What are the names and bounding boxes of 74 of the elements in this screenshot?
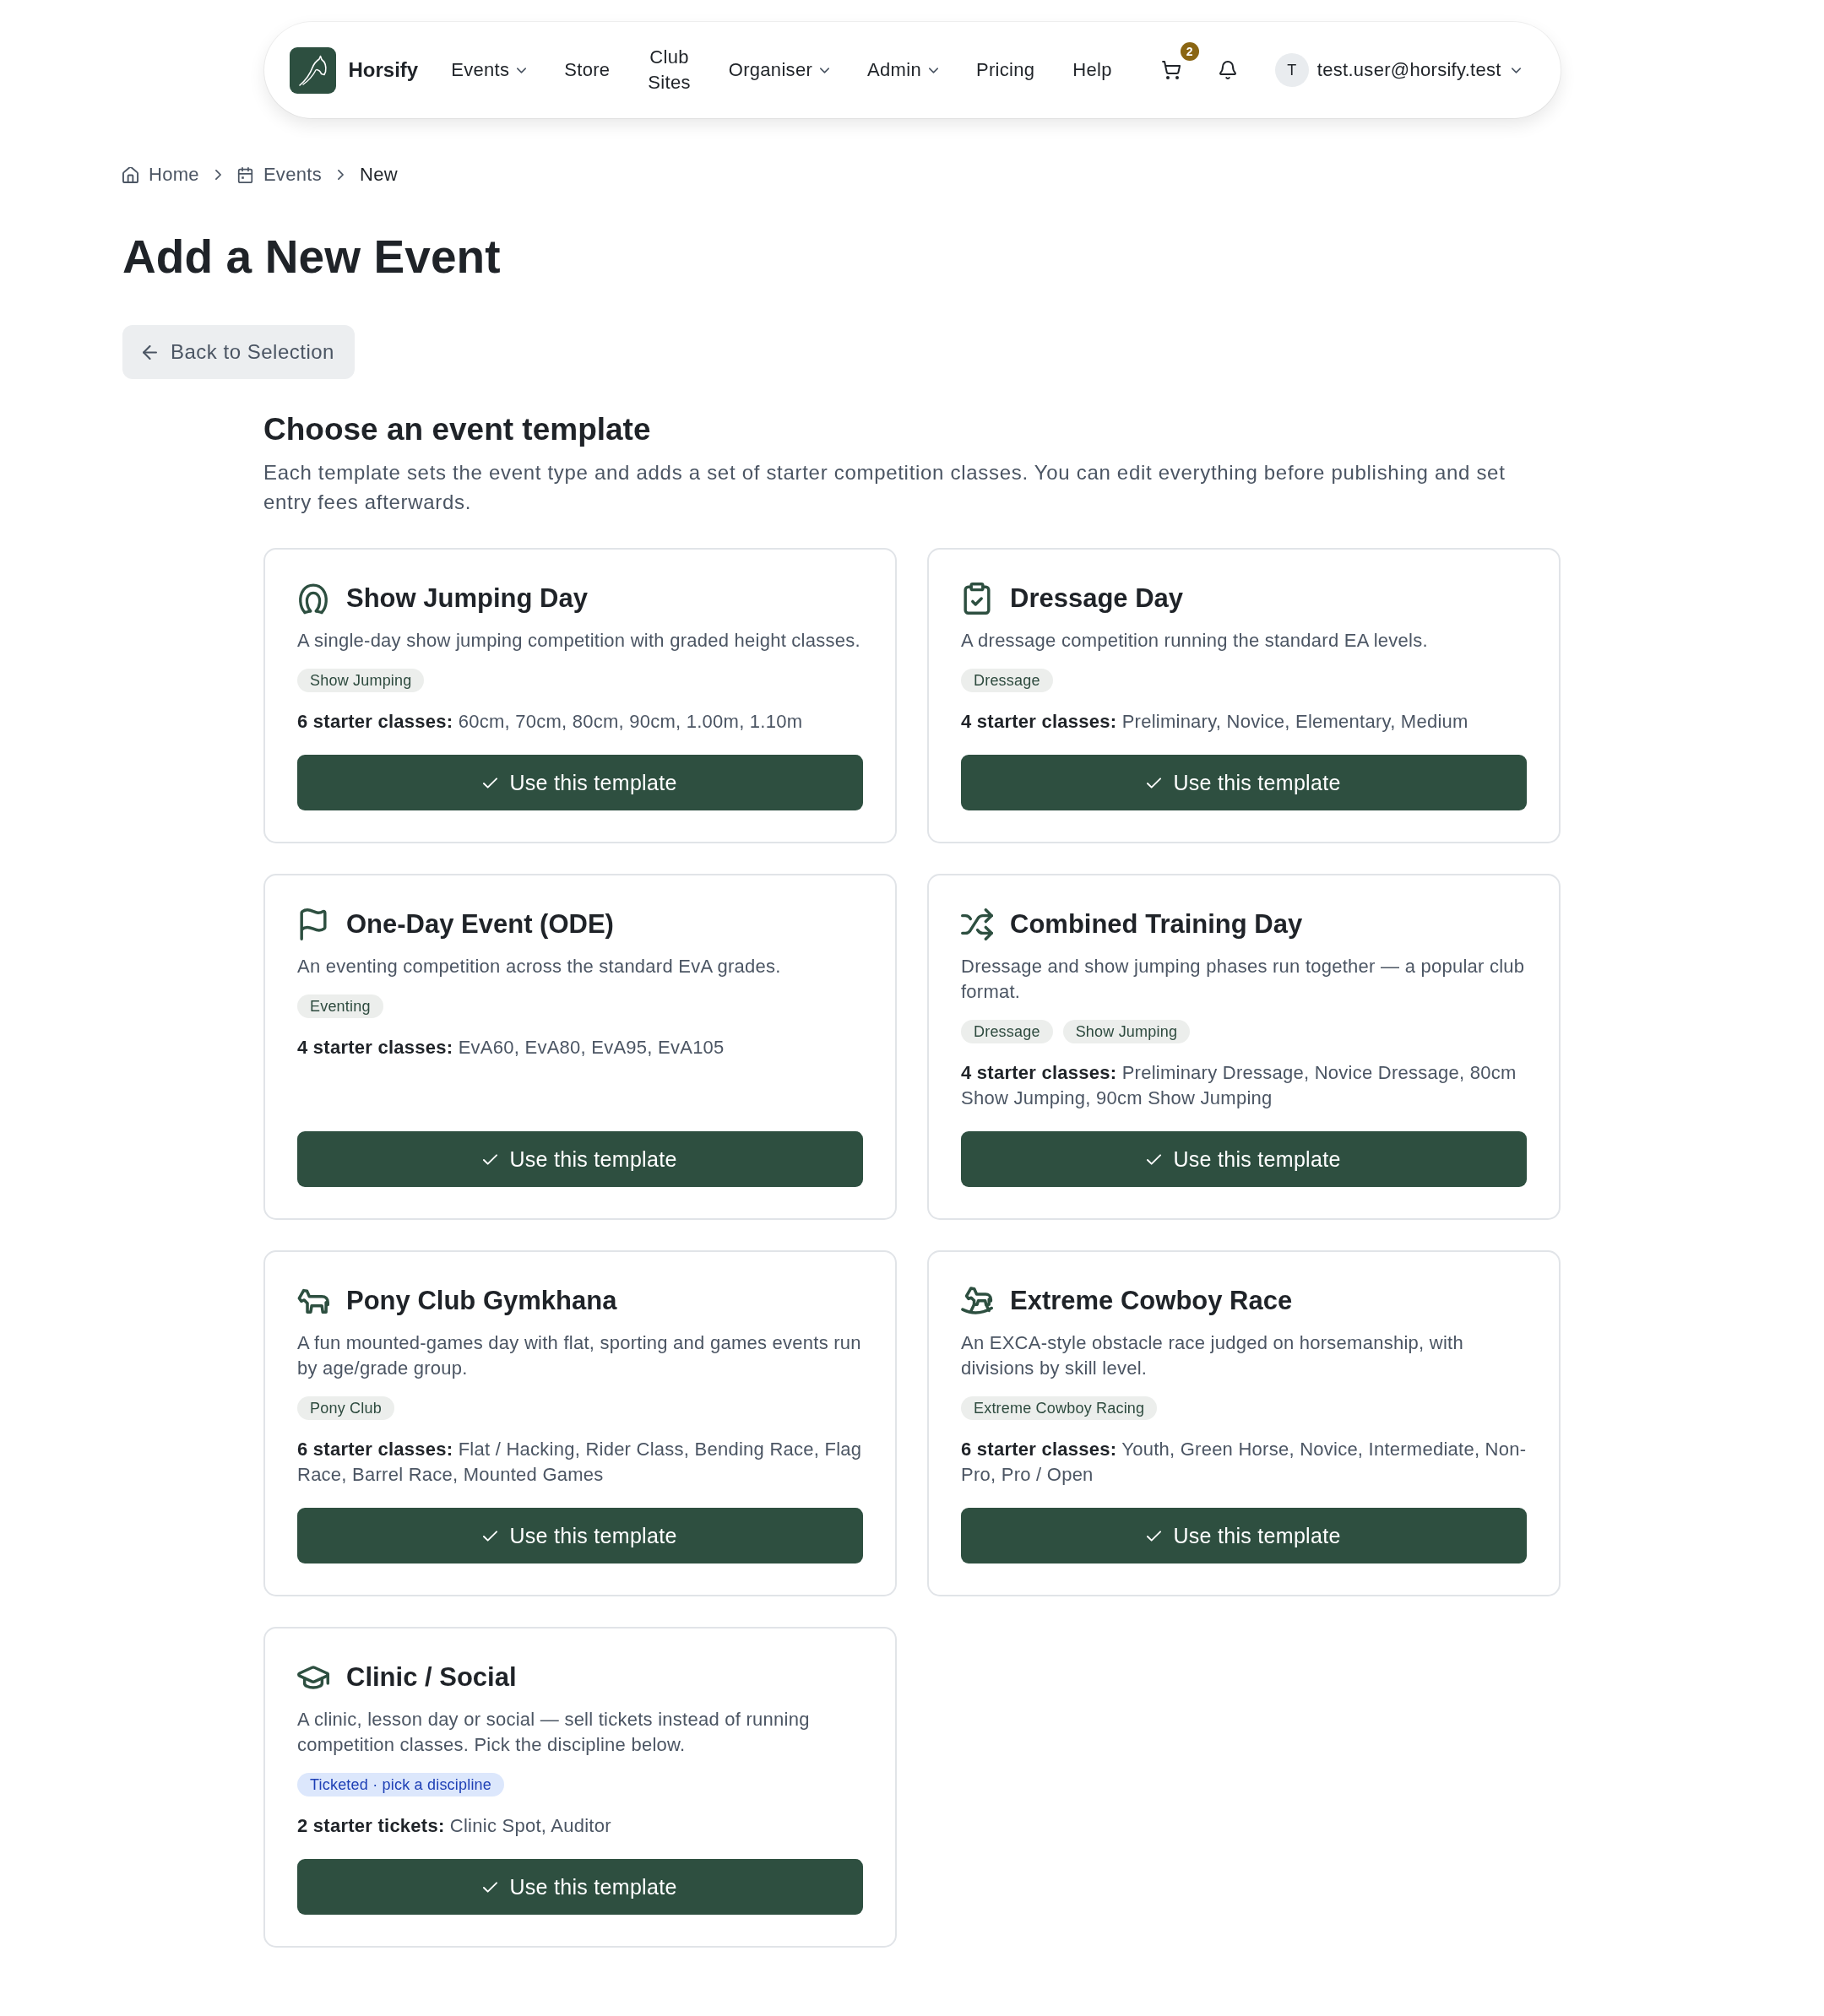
card-title: Show Jumping Day	[346, 583, 588, 615]
starter-classes-text: 2 starter tickets: Clinic Spot, Auditor	[297, 1814, 612, 1838]
user-menu-link[interactable]: test.user@horsify.test	[1316, 59, 1521, 81]
chevron-down-icon	[1511, 67, 1521, 73]
discipline-tag: Show Jumping	[297, 669, 425, 692]
ticket-type-tag: Ticketed · pick a discipline	[297, 1773, 505, 1797]
discipline-tag: Eventing	[297, 994, 383, 1018]
nav-link[interactable]: Events	[451, 57, 527, 83]
check-icon	[483, 1153, 498, 1165]
shuffle-icon	[961, 908, 993, 940]
card-title: Combined Training Day	[1010, 908, 1303, 940]
use-template-button[interactable]: Use this template	[961, 1508, 1527, 1563]
user-avatar[interactable]: T	[1274, 53, 1309, 87]
logo-icon[interactable]	[289, 46, 336, 94]
starter-classes-text: 6 starter classes: Youth, Green Horse, Novice, Intermediate, Non-Pro, Pro / Open	[961, 1438, 1527, 1487]
chevron-right-icon	[337, 170, 344, 180]
breadcrumb-link[interactable]: Home	[122, 164, 199, 186]
card-description: A single-day show jumping competition with graded height classes.	[297, 629, 861, 653]
card-title: One-Day Event (ODE)	[346, 908, 614, 940]
use-template-button[interactable]: Use this template	[297, 1508, 863, 1563]
starter-classes-text: 6 starter classes: Flat / Hacking, Rider Class, Bending Race, Flag Race, Barrel Race, Mounted Games	[297, 1438, 863, 1487]
card-description: A clinic, lesson day or social — sell tickets instead of running competition classes. Pick the discipline below.	[297, 1708, 811, 1757]
discipline-tag: Show Jumping	[1062, 1020, 1191, 1043]
use-template-button[interactable]: Use this template	[961, 1131, 1527, 1187]
check-icon	[1147, 1530, 1162, 1542]
flag-icon	[297, 908, 329, 940]
nav-link[interactable]: Store	[564, 57, 611, 83]
check-icon	[483, 1530, 498, 1542]
breadcrumb-current: New	[359, 164, 398, 186]
discipline-tag: Pony Club	[297, 1396, 394, 1420]
clipboard-check-icon	[961, 583, 993, 615]
breadcrumb-link[interactable]: Events	[236, 164, 322, 186]
card-description: A fun mounted-games day with flat, sporting and games events run by age/grade group.	[297, 1331, 862, 1380]
starter-classes-text: 6 starter classes: 60cm, 70cm, 80cm, 90cm, 1.00m, 1.10m	[297, 710, 804, 734]
use-template-button[interactable]: Use this template	[961, 755, 1527, 810]
check-icon	[1147, 1153, 1162, 1165]
horseshoe-icon	[297, 583, 329, 615]
cart-icon[interactable]	[1161, 61, 1181, 79]
check-icon	[1147, 777, 1162, 789]
page-title: Add a New Event	[122, 230, 502, 285]
discipline-tag: Dressage	[961, 669, 1053, 692]
card-title: Dressage Day	[1010, 583, 1184, 615]
card-description: An EXCA-style obstacle race judged on horsemanship, with divisions by skill level.	[961, 1331, 1464, 1380]
home-icon	[122, 166, 138, 183]
card-description: Dressage and show jumping phases run together — a popular club format.	[961, 955, 1526, 1004]
use-template-button[interactable]: Use this template	[297, 1131, 863, 1187]
chevron-right-icon	[214, 170, 221, 180]
brand-link[interactable]: Horsify	[289, 46, 419, 94]
bell-icon[interactable]	[1218, 61, 1237, 79]
back-button[interactable]: Back to Selection	[122, 325, 355, 379]
nav-link[interactable]: Admin	[867, 57, 938, 83]
starter-classes-text: 4 starter classes: EvA60, EvA80, EvA95, EvA105	[297, 1036, 725, 1059]
discipline-tag: Dressage	[961, 1020, 1053, 1043]
nav-link[interactable]: Club Sites	[648, 45, 691, 95]
rocking-horse-icon	[961, 1285, 993, 1317]
cart-count-badge: 2	[1180, 42, 1199, 61]
nav-link[interactable]: Organiser	[728, 57, 830, 83]
section-heading: Choose an event template	[263, 412, 652, 447]
card-title: Extreme Cowboy Race	[1010, 1285, 1293, 1317]
starter-classes-text: 4 starter classes: Preliminary, Novice, Elementary, Medium	[961, 710, 1469, 734]
nav-link[interactable]: Help	[1072, 57, 1112, 83]
discipline-tag: Extreme Cowboy Racing	[961, 1396, 1158, 1420]
section-description: Each template sets the event type and adds a set of starter competition classes. You can edit everything before publishing and set entry fees afterwards.	[263, 460, 1506, 515]
check-icon	[483, 777, 498, 789]
check-icon	[483, 1881, 498, 1893]
card-title: Clinic / Social	[346, 1661, 517, 1694]
starter-classes-text: 4 starter classes: Preliminary Dressage, Novice Dressage, 80cm Show Jumping, 90cm Show Jumping	[961, 1061, 1517, 1110]
card-title: Pony Club Gymkhana	[346, 1285, 617, 1317]
use-template-button[interactable]: Use this template	[297, 1859, 863, 1915]
calendar-icon	[236, 166, 253, 183]
use-template-button[interactable]: Use this template	[297, 755, 863, 810]
card-description: An eventing competition across the standard EvA grades.	[297, 955, 782, 978]
card-description: A dressage competition running the standard EA levels.	[961, 629, 1429, 653]
nav-link[interactable]: Pricing	[975, 57, 1035, 83]
